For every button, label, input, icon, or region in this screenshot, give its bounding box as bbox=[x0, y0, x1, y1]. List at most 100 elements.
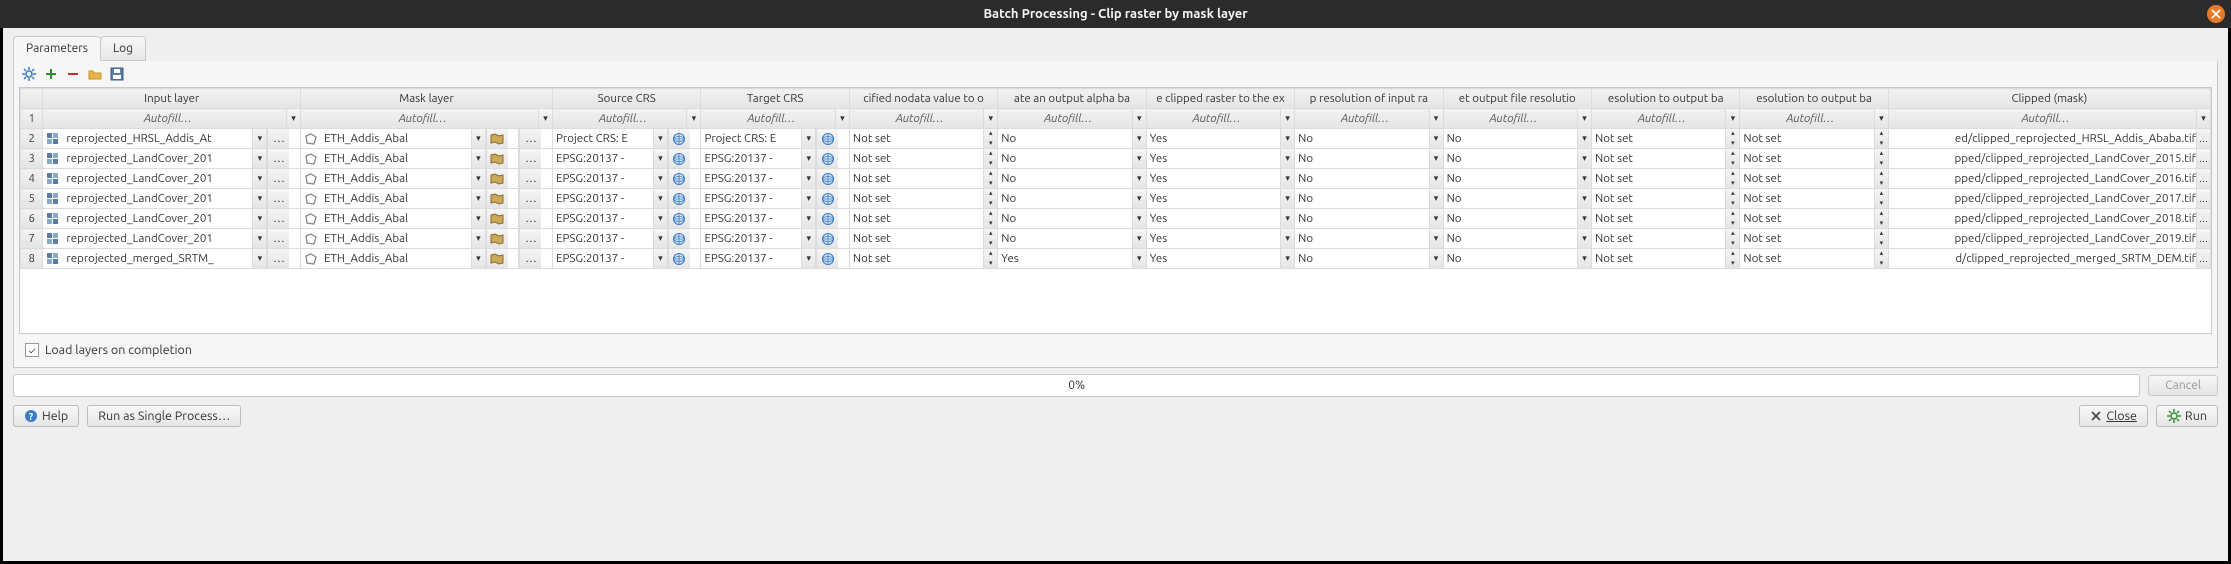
chevron-down-icon[interactable]: ▾ bbox=[252, 229, 266, 248]
nodata-cell[interactable]: Not set▴▾ bbox=[849, 169, 997, 189]
chevron-down-icon[interactable]: ▾ bbox=[1429, 209, 1443, 228]
nodata-cell[interactable]: Not set▴▾ bbox=[849, 209, 997, 229]
chevron-down-icon[interactable]: ▾ bbox=[471, 249, 485, 268]
input-layer-cell[interactable]: reprojected_LandCover_201▾ bbox=[43, 149, 267, 169]
output-cell[interactable]: pped/clipped_reprojected_LandCover_2016.… bbox=[1888, 169, 2210, 189]
input-layer-cell[interactable]: reprojected_LandCover_201▾ bbox=[43, 209, 267, 229]
chevron-down-icon[interactable]: ▾ bbox=[653, 129, 667, 148]
set-res-cell[interactable]: No▾ bbox=[1443, 249, 1591, 269]
target-crs-cell[interactable]: EPSG:20137 -▾ bbox=[701, 249, 816, 269]
chevron-down-icon[interactable]: ▾ bbox=[653, 229, 667, 248]
extent-cell[interactable]: Yes▾ bbox=[1146, 249, 1294, 269]
keep-res-cell[interactable]: No▾ bbox=[1295, 189, 1443, 209]
mask-browse-button[interactable]: … bbox=[519, 169, 553, 189]
chevron-down-icon[interactable]: … bbox=[2196, 249, 2210, 268]
alpha-cell[interactable]: No▾ bbox=[998, 169, 1146, 189]
input-browse-button[interactable]: … bbox=[267, 209, 301, 229]
alpha-cell[interactable]: No▾ bbox=[998, 149, 1146, 169]
chevron-down-icon[interactable]: ▾ bbox=[1280, 189, 1294, 208]
chevron-down-icon[interactable]: ▾ bbox=[1577, 149, 1591, 168]
chevron-down-icon[interactable]: ▾ bbox=[1280, 129, 1294, 148]
chevron-down-icon[interactable]: ▾ bbox=[686, 109, 700, 128]
target-crs-pick-button[interactable] bbox=[816, 189, 850, 209]
header-resout[interactable]: et output file resolutio bbox=[1443, 89, 1591, 109]
source-crs-cell[interactable]: EPSG:20137 -▾ bbox=[553, 249, 668, 269]
chevron-down-icon[interactable]: ▾ bbox=[1429, 149, 1443, 168]
nodata-cell[interactable]: Not set▴▾ bbox=[849, 129, 997, 149]
spin-arrows[interactable]: ▴▾ bbox=[1725, 149, 1739, 168]
target-crs-pick-button[interactable] bbox=[816, 209, 850, 229]
chevron-down-icon[interactable]: ▾ bbox=[1577, 109, 1591, 128]
autofill-hres[interactable]: Autofill…▾ bbox=[1740, 109, 1888, 129]
mask-iterate-button[interactable] bbox=[485, 249, 519, 269]
keep-res-cell[interactable]: No▾ bbox=[1295, 249, 1443, 269]
alpha-cell[interactable]: No▾ bbox=[998, 229, 1146, 249]
source-crs-pick-button[interactable] bbox=[667, 209, 701, 229]
open-folder-icon[interactable] bbox=[87, 66, 103, 82]
x-res-cell[interactable]: Not set▴▾ bbox=[1591, 149, 1739, 169]
chevron-down-icon[interactable]: ▾ bbox=[1429, 109, 1443, 128]
set-res-cell[interactable]: No▾ bbox=[1443, 189, 1591, 209]
chevron-down-icon[interactable]: … bbox=[2196, 169, 2210, 188]
chevron-down-icon[interactable]: ▾ bbox=[801, 149, 815, 168]
mask-layer-cell[interactable]: ETH_Addis_Abal▾ bbox=[301, 189, 486, 209]
spin-arrows[interactable]: ▴▾ bbox=[1874, 149, 1888, 168]
chevron-down-icon[interactable]: ▾ bbox=[1132, 249, 1146, 268]
chevron-down-icon[interactable]: ▾ bbox=[801, 209, 815, 228]
mask-browse-button[interactable]: … bbox=[519, 149, 553, 169]
target-crs-pick-button[interactable] bbox=[816, 169, 850, 189]
spin-arrows[interactable]: ▴▾ bbox=[1874, 189, 1888, 208]
chevron-down-icon[interactable]: ▾ bbox=[2196, 109, 2210, 128]
spin-arrows[interactable]: ▴▾ bbox=[1725, 249, 1739, 268]
chevron-down-icon[interactable]: ▾ bbox=[653, 149, 667, 168]
x-res-cell[interactable]: Not set▴▾ bbox=[1591, 229, 1739, 249]
x-res-cell[interactable]: Not set▴▾ bbox=[1591, 189, 1739, 209]
spin-arrows[interactable]: ▴▾ bbox=[1874, 249, 1888, 268]
remove-row-icon[interactable] bbox=[65, 66, 81, 82]
gear-icon[interactable] bbox=[21, 66, 37, 82]
chevron-down-icon[interactable]: ▾ bbox=[1577, 249, 1591, 268]
chevron-down-icon[interactable]: ▾ bbox=[538, 109, 552, 128]
mask-iterate-button[interactable] bbox=[485, 129, 519, 149]
header-input[interactable]: Input layer bbox=[43, 89, 301, 109]
x-res-cell[interactable]: Not set▴▾ bbox=[1591, 209, 1739, 229]
spin-arrows[interactable]: ▴▾ bbox=[1725, 169, 1739, 188]
mask-iterate-button[interactable] bbox=[485, 209, 519, 229]
spin-arrows[interactable]: ▴▾ bbox=[1725, 229, 1739, 248]
alpha-cell[interactable]: No▾ bbox=[998, 209, 1146, 229]
chevron-down-icon[interactable]: ▾ bbox=[471, 169, 485, 188]
spin-arrows[interactable]: ▴▾ bbox=[1874, 209, 1888, 228]
input-browse-button[interactable]: … bbox=[267, 169, 301, 189]
spin-arrows[interactable]: ▴▾ bbox=[1874, 129, 1888, 148]
autofill-nodata[interactable]: Autofill…▾ bbox=[849, 109, 997, 129]
autofill-wres[interactable]: Autofill…▾ bbox=[1591, 109, 1739, 129]
mask-iterate-button[interactable] bbox=[485, 169, 519, 189]
header-mask[interactable]: Mask layer bbox=[301, 89, 553, 109]
autofill-resout[interactable]: Autofill…▾ bbox=[1443, 109, 1591, 129]
chevron-down-icon[interactable]: ▾ bbox=[1280, 249, 1294, 268]
input-browse-button[interactable]: … bbox=[267, 129, 301, 149]
chevron-down-icon[interactable]: ▾ bbox=[471, 209, 485, 228]
set-res-cell[interactable]: No▾ bbox=[1443, 229, 1591, 249]
target-crs-pick-button[interactable] bbox=[816, 129, 850, 149]
target-crs-pick-button[interactable] bbox=[816, 249, 850, 269]
set-res-cell[interactable]: No▾ bbox=[1443, 209, 1591, 229]
input-browse-button[interactable]: … bbox=[267, 249, 301, 269]
mask-layer-cell[interactable]: ETH_Addis_Abal▾ bbox=[301, 229, 486, 249]
chevron-down-icon[interactable]: ▾ bbox=[1429, 249, 1443, 268]
tab-log[interactable]: Log bbox=[100, 36, 146, 61]
chevron-down-icon[interactable]: ▾ bbox=[1874, 109, 1888, 128]
keep-res-cell[interactable]: No▾ bbox=[1295, 169, 1443, 189]
input-layer-cell[interactable]: reprojected_HRSL_Addis_At▾ bbox=[43, 129, 267, 149]
run-button[interactable]: Run bbox=[2156, 405, 2218, 427]
input-layer-cell[interactable]: reprojected_merged_SRTM_▾ bbox=[43, 249, 267, 269]
header-resin[interactable]: p resolution of input ra bbox=[1295, 89, 1443, 109]
target-crs-pick-button[interactable] bbox=[816, 229, 850, 249]
chevron-down-icon[interactable]: ▾ bbox=[471, 129, 485, 148]
chevron-down-icon[interactable]: ▾ bbox=[653, 209, 667, 228]
set-res-cell[interactable]: No▾ bbox=[1443, 169, 1591, 189]
spin-arrows[interactable]: ▴▾ bbox=[983, 169, 997, 188]
y-res-cell[interactable]: Not set▴▾ bbox=[1740, 149, 1888, 169]
spin-arrows[interactable]: ▴▾ bbox=[1725, 189, 1739, 208]
keep-res-cell[interactable]: No▾ bbox=[1295, 229, 1443, 249]
